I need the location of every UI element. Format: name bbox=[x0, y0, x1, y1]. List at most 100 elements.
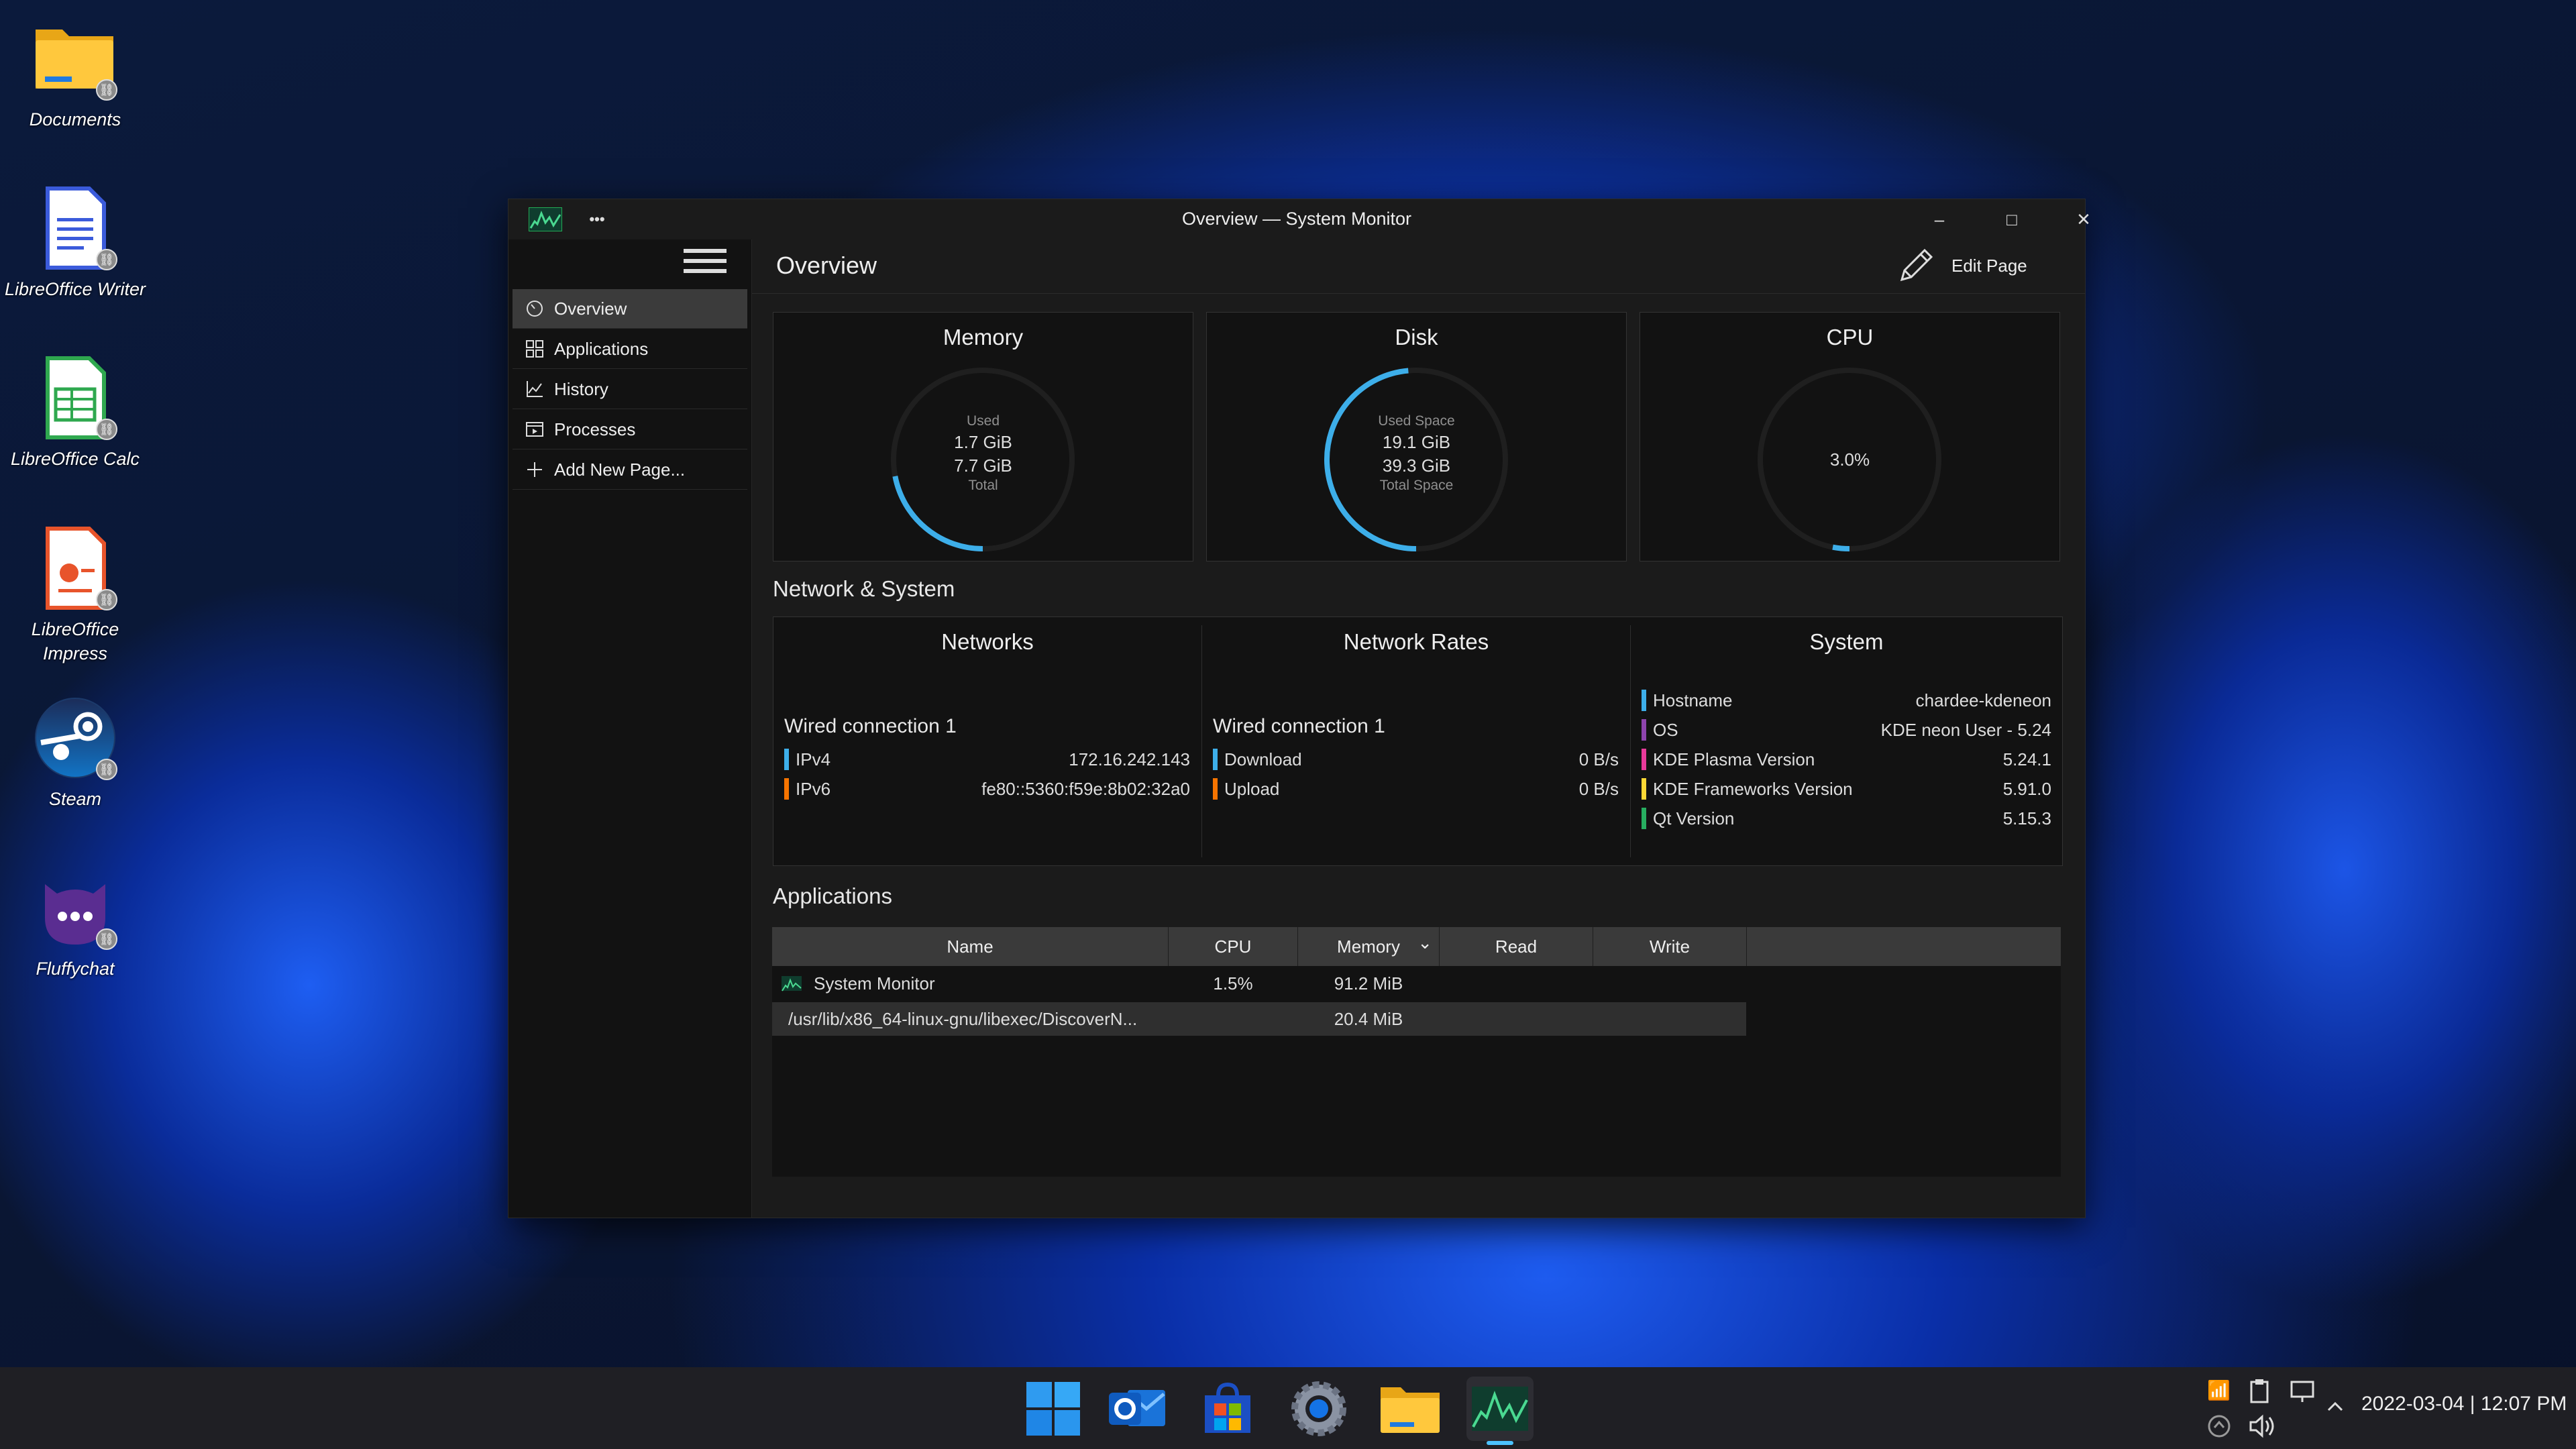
edit-page-button[interactable]: Edit Page bbox=[1892, 242, 2074, 289]
divider bbox=[1201, 625, 1202, 857]
disk-card-title: Disk bbox=[1395, 325, 1438, 350]
libreoffice-calc-icon: ⛓ bbox=[32, 354, 119, 441]
tray-volume-icon[interactable] bbox=[2249, 1414, 2274, 1438]
store-icon[interactable] bbox=[1194, 1377, 1261, 1441]
system-monitor-icon bbox=[782, 976, 802, 991]
network-system-section-title: Network & System bbox=[773, 576, 955, 601]
disk-used-label: Used Space bbox=[1378, 413, 1455, 429]
color-bar bbox=[1213, 778, 1218, 800]
system-monitor-icon[interactable] bbox=[1466, 1377, 1534, 1445]
steam-icon: ⛓ bbox=[32, 694, 119, 782]
applications-grid-icon bbox=[525, 339, 545, 359]
memory-used-value: 1.7 GiB bbox=[954, 432, 1012, 452]
network-system-card: Networks Wired connection 1 IPv4 172.16.… bbox=[773, 616, 2063, 866]
cell-memory: 20.4 MiB bbox=[1334, 1008, 1403, 1029]
color-bar bbox=[1213, 749, 1218, 770]
disk-used-value: 19.1 GiB bbox=[1382, 432, 1451, 452]
networks-title: Networks bbox=[941, 629, 1034, 654]
sidebar-item-label: Processes bbox=[554, 419, 636, 439]
row-key: KDE Frameworks Version bbox=[1653, 778, 1853, 799]
sidebar-item-applications[interactable]: Applications bbox=[513, 329, 747, 369]
column-header-write[interactable]: Write bbox=[1593, 927, 1747, 966]
memory-card-title: Memory bbox=[943, 325, 1024, 350]
applications-section-title: Applications bbox=[773, 883, 892, 908]
column-header-memory[interactable]: Memory ⌄ bbox=[1298, 927, 1440, 966]
clock[interactable]: 2022-03-04 | 12:07 PM bbox=[2361, 1393, 2567, 1415]
row-value: 5.91.0 bbox=[2002, 778, 2051, 799]
pencil-icon bbox=[1892, 242, 1939, 289]
title-bar[interactable]: ••• Overview — System Monitor – □ ✕ bbox=[508, 199, 2091, 239]
tray-updates-icon[interactable] bbox=[2207, 1414, 2231, 1438]
tray-clipboard-icon[interactable] bbox=[2249, 1379, 2273, 1403]
desktop-icon-libreoffice-calc[interactable]: ⛓ LibreOffice Calc bbox=[1, 354, 149, 471]
desktop-icon-libreoffice-writer[interactable]: ⛓ LibreOffice Writer bbox=[1, 184, 149, 301]
minimize-button[interactable]: – bbox=[1913, 203, 1966, 235]
disk-total-label: Total Space bbox=[1379, 478, 1454, 493]
sidebar-item-add-new-page[interactable]: Add New Page... bbox=[513, 450, 747, 490]
close-button[interactable]: ✕ bbox=[2057, 203, 2110, 235]
cpu-value: 3.0% bbox=[1829, 449, 1870, 470]
desktop-icon-label: LibreOffice Calc bbox=[10, 449, 140, 469]
network-rates-title: Network Rates bbox=[1343, 629, 1489, 654]
table-row[interactable]: /usr/lib/x86_64-linux-gnu/libexec/Discov… bbox=[772, 1002, 1746, 1036]
cell-name: /usr/lib/x86_64-linux-gnu/libexec/Discov… bbox=[788, 1008, 1138, 1029]
row-value: fe80::5360:f59e:8b02:32a0 bbox=[981, 778, 1190, 799]
rates-row-download: Download 0 B/s bbox=[1213, 749, 1619, 770]
row-value: KDE neon User - 5.24 bbox=[1880, 719, 2051, 740]
maximize-button[interactable]: □ bbox=[1985, 203, 2039, 235]
desktop-icon-label: Documents bbox=[29, 109, 121, 129]
color-bar bbox=[1642, 808, 1646, 829]
tray-display-icon[interactable] bbox=[2290, 1379, 2314, 1403]
settings-icon[interactable] bbox=[1285, 1377, 1352, 1441]
desktop-icon-steam[interactable]: ⛓ Steam bbox=[1, 694, 149, 811]
page-title: Overview bbox=[776, 252, 877, 279]
memory-card: Memory Used 1.7 GiB 7.7 GiB Total bbox=[773, 312, 1193, 561]
folder-icon: ⛓ bbox=[32, 15, 119, 102]
row-value: 0 B/s bbox=[1578, 778, 1619, 799]
sidebar-item-processes[interactable]: Processes bbox=[513, 410, 747, 449]
sidebar-item-overview[interactable]: Overview bbox=[513, 289, 747, 329]
memory-used-label: Used bbox=[966, 413, 1000, 429]
row-key: Hostname bbox=[1653, 690, 1733, 710]
processes-icon bbox=[525, 419, 545, 439]
hamburger-menu-icon[interactable] bbox=[684, 244, 727, 278]
tray-network-icon[interactable]: 📶 bbox=[2207, 1379, 2231, 1403]
cell-cpu: 1.5% bbox=[1213, 973, 1253, 994]
sidebar-item-label: Add New Page... bbox=[554, 459, 686, 480]
desktop-icon-label: LibreOffice Impress bbox=[31, 619, 119, 663]
table-row[interactable]: System Monitor 1.5% 91.2 MiB bbox=[772, 966, 1746, 1001]
desktop-icon-fluffychat[interactable]: ⛓ Fluffychat bbox=[1, 864, 149, 981]
sidebar-item-label: Overview bbox=[554, 298, 627, 319]
sidebar-item-history[interactable]: History bbox=[513, 370, 747, 409]
rates-connection-name: Wired connection 1 bbox=[1213, 715, 1385, 737]
outlook-icon[interactable] bbox=[1104, 1377, 1171, 1441]
memory-labels: Used 1.7 GiB 7.7 GiB Total bbox=[773, 413, 1193, 494]
color-bar bbox=[1642, 778, 1646, 800]
system-row-os: OS KDE neon User - 5.24 bbox=[1642, 719, 2051, 741]
memory-total-label: Total bbox=[968, 478, 998, 493]
sidebar: Overview Applications History Processes … bbox=[508, 239, 752, 1218]
tray-expand-icon[interactable] bbox=[2325, 1397, 2349, 1421]
color-bar bbox=[1642, 719, 1646, 741]
column-header-read[interactable]: Read bbox=[1440, 927, 1593, 966]
overview-icon bbox=[525, 299, 545, 319]
process-name: System Monitor bbox=[814, 973, 935, 994]
system-row-plasma-version: KDE Plasma Version 5.24.1 bbox=[1642, 749, 2051, 770]
applications-table: Name CPU Memory ⌄ Read Write System Moni… bbox=[772, 927, 2061, 1177]
file-explorer-icon[interactable] bbox=[1377, 1377, 1444, 1441]
desktop-icon-label: Steam bbox=[48, 789, 102, 809]
start-icon[interactable] bbox=[1020, 1377, 1087, 1441]
disk-labels: Used Space 19.1 GiB 39.3 GiB Total Space bbox=[1207, 413, 1626, 494]
cpu-card: CPU 3.0% bbox=[1640, 312, 2060, 561]
column-header-cpu[interactable]: CPU bbox=[1169, 927, 1298, 966]
row-value: 5.15.3 bbox=[2002, 808, 2051, 828]
color-bar bbox=[784, 749, 789, 770]
disk-total-value: 39.3 GiB bbox=[1382, 455, 1451, 476]
column-header-name[interactable]: Name bbox=[772, 927, 1169, 966]
system-row-qt-version: Qt Version 5.15.3 bbox=[1642, 808, 2051, 829]
row-value: 0 B/s bbox=[1578, 749, 1619, 769]
desktop-icon-libreoffice-impress[interactable]: ⛓ LibreOffice Impress bbox=[1, 525, 149, 665]
desktop-icon-documents[interactable]: ⛓ Documents bbox=[1, 15, 149, 131]
cell-name: System Monitor bbox=[782, 966, 935, 1001]
divider bbox=[1630, 625, 1631, 857]
